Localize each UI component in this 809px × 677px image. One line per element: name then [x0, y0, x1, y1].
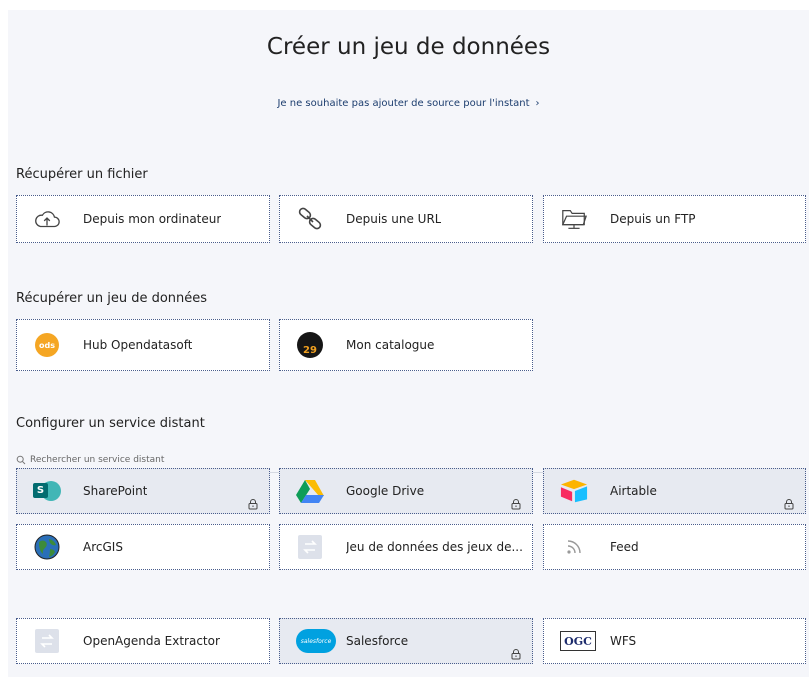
ods-logo-icon: ods: [33, 331, 61, 359]
page-title: Créer un jeu de données: [266, 34, 551, 60]
section-title-dataset: Récupérer un jeu de données: [16, 291, 208, 306]
exchange-arrows-icon: [296, 533, 324, 561]
source-card-hub-opendatasoft[interactable]: ods Hub Opendatasoft: [16, 319, 270, 371]
service-card-label: Google Drive: [346, 484, 425, 498]
cloud-upload-icon: [33, 205, 61, 233]
service-card-feed[interactable]: Feed: [543, 524, 806, 570]
ftp-folder-icon: [560, 205, 588, 233]
skip-source-link[interactable]: Je ne souhaite pas ajouter de source pou…: [8, 98, 809, 109]
catalogue-logo-text: 29: [297, 332, 323, 358]
section-title-file: Récupérer un fichier: [16, 167, 148, 182]
service-card-label: Feed: [610, 540, 639, 554]
lock-icon: [247, 495, 259, 510]
service-card-dataset-of-datasets[interactable]: Jeu de données des jeux de...: [279, 524, 533, 570]
arcgis-globe-icon: [33, 533, 61, 561]
service-card-label: Jeu de données des jeux de...: [346, 540, 523, 554]
service-card-google-drive[interactable]: Google Drive: [279, 468, 533, 514]
ogc-logo-icon: OGC: [560, 627, 596, 655]
source-card-ftp[interactable]: Depuis un FTP: [543, 195, 806, 243]
sharepoint-icon: S: [33, 477, 61, 505]
lock-icon: [510, 495, 522, 510]
service-card-openagenda-extractor[interactable]: OpenAgenda Extractor: [16, 618, 270, 664]
airtable-icon: [560, 477, 588, 505]
lock-icon: [783, 495, 795, 510]
google-drive-icon: [296, 477, 324, 505]
source-card-label: Depuis une URL: [346, 212, 442, 226]
ogc-logo-text: OGC: [560, 631, 596, 651]
search-input[interactable]: [26, 455, 730, 465]
salesforce-logo-text: salesforce: [296, 629, 336, 653]
source-card-label: Mon catalogue: [346, 338, 435, 352]
catalogue-logo-icon: 29: [296, 331, 324, 359]
salesforce-icon: salesforce: [296, 627, 336, 655]
service-card-wfs[interactable]: OGC WFS: [543, 618, 806, 664]
create-dataset-panel: Créer un jeu de données Je ne souhaite p…: [8, 10, 809, 677]
service-card-salesforce[interactable]: salesforce Salesforce: [279, 618, 533, 664]
section-title-remote: Configurer un service distant: [16, 416, 205, 431]
service-card-label: WFS: [610, 634, 637, 648]
service-card-label: Salesforce: [346, 634, 409, 648]
service-card-label: ArcGIS: [83, 540, 123, 554]
source-card-label: Hub Opendatasoft: [83, 338, 193, 352]
source-card-label: Depuis un FTP: [610, 212, 696, 226]
ods-logo-text: ods: [35, 333, 59, 357]
exchange-arrows-icon: [33, 627, 61, 655]
chevron-right-icon: ›: [535, 98, 540, 109]
lock-icon: [510, 645, 522, 660]
service-card-label: SharePoint: [83, 484, 148, 498]
sharepoint-letter: S: [33, 483, 48, 498]
source-card-computer[interactable]: Depuis mon ordinateur: [16, 195, 270, 243]
search-icon: [16, 455, 26, 465]
source-card-url[interactable]: Depuis une URL: [279, 195, 533, 243]
source-card-label: Depuis mon ordinateur: [83, 212, 222, 226]
skip-source-label: Je ne souhaite pas ajouter de source pou…: [277, 98, 530, 109]
service-card-airtable[interactable]: Airtable: [543, 468, 806, 514]
source-card-my-catalogue[interactable]: 29 Mon catalogue: [279, 319, 533, 371]
service-card-label: OpenAgenda Extractor: [83, 634, 220, 648]
service-card-arcgis[interactable]: ArcGIS: [16, 524, 270, 570]
service-card-sharepoint[interactable]: S SharePoint: [16, 468, 270, 514]
service-card-label: Airtable: [610, 484, 657, 498]
link-icon: [296, 205, 324, 233]
rss-feed-icon: [560, 533, 588, 561]
